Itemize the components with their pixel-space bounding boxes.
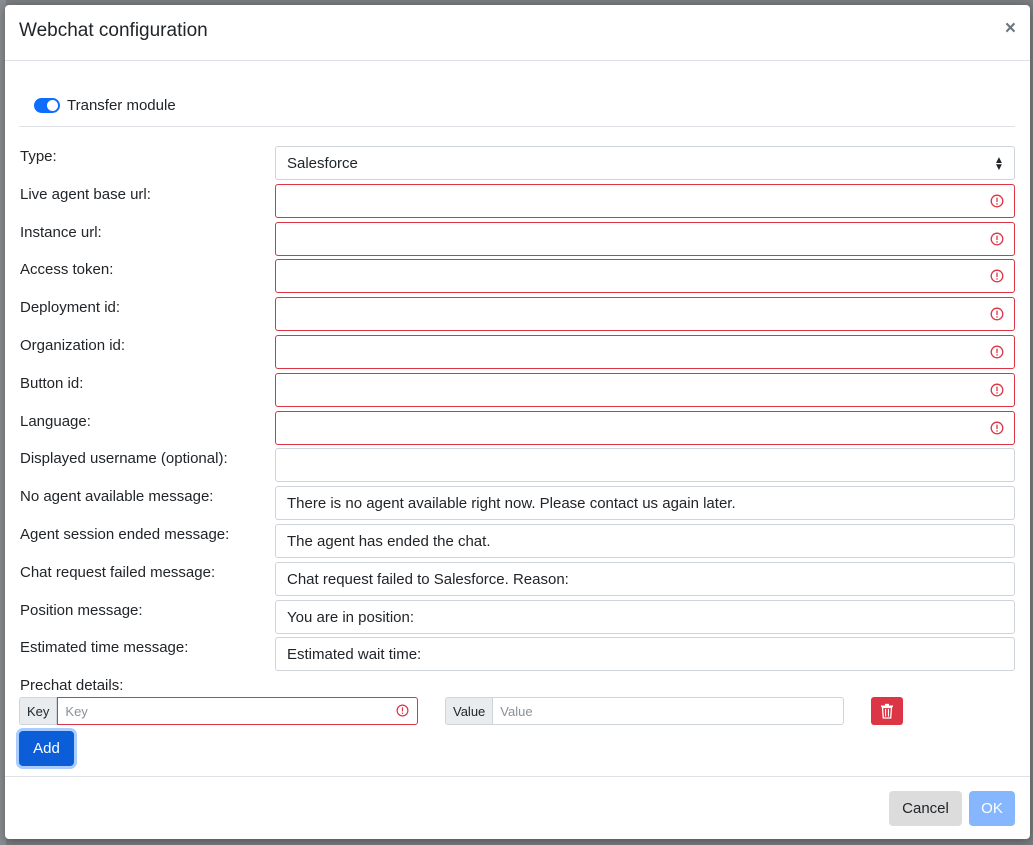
organization-id-input[interactable] [275, 335, 1015, 369]
position-message-input[interactable]: You are in position: [275, 600, 1015, 634]
prechat-key-group: Key Key [19, 697, 418, 725]
modal-header: Webchat configuration × [5, 5, 1030, 61]
prechat-value-group: Value Value [445, 697, 844, 725]
modal-title: Webchat configuration [19, 20, 208, 41]
button-id-input[interactable] [275, 373, 1015, 407]
live-agent-base-url-label: Live agent base url: [20, 186, 151, 203]
error-icon [990, 269, 1004, 283]
type-select[interactable]: Salesforce ▲ ▼ [275, 146, 1015, 180]
live-agent-base-url-input[interactable] [275, 184, 1015, 218]
estimated-time-message-label: Estimated time message: [20, 639, 189, 656]
add-prechat-button[interactable]: Add [19, 731, 74, 766]
section-divider [19, 126, 1015, 127]
access-token-label: Access token: [20, 261, 114, 278]
cancel-button[interactable]: Cancel [889, 791, 962, 826]
prechat-details-label: Prechat details: [20, 677, 124, 694]
displayed-username-label: Displayed username (optional): [20, 450, 228, 467]
error-icon [990, 232, 1004, 246]
transfer-module-toggle-row: Transfer module [34, 93, 176, 117]
position-message-label: Position message: [20, 602, 143, 619]
position-message-value: You are in position: [287, 608, 415, 626]
no-agent-message-label: No agent available message: [20, 488, 214, 505]
instance-url-input[interactable] [275, 222, 1015, 256]
modal-footer: Cancel OK [5, 776, 1030, 839]
switch-knob [47, 99, 58, 111]
transfer-module-switch[interactable] [34, 97, 60, 113]
type-label: Type: [20, 148, 57, 165]
chat-failed-message-value: Chat request failed to Salesforce. Reaso… [287, 570, 569, 588]
close-button[interactable]: × [1005, 19, 1016, 38]
webchat-config-modal: Webchat configuration × Transfer module … [5, 5, 1030, 839]
prechat-key-placeholder: Key [65, 703, 88, 719]
prechat-value-placeholder: Value [500, 703, 533, 719]
no-agent-message-value: There is no agent available right now. P… [287, 494, 736, 512]
type-select-value: Salesforce [287, 154, 358, 172]
button-id-label: Button id: [20, 375, 84, 392]
prechat-key-input[interactable]: Key [57, 697, 418, 725]
error-icon [990, 421, 1004, 435]
chat-failed-message-label: Chat request failed message: [20, 564, 216, 581]
modal-body: Transfer module Type: Salesforce ▲ ▼ Live… [5, 61, 1030, 776]
transfer-module-label[interactable]: Transfer module [67, 97, 176, 114]
organization-id-label: Organization id: [20, 337, 126, 354]
delete-prechat-button[interactable] [871, 697, 903, 725]
error-icon [990, 383, 1004, 397]
prechat-value-input[interactable]: Value [493, 697, 844, 725]
session-ended-message-input[interactable]: The agent has ended the chat. [275, 524, 1015, 558]
value-addon: Value [445, 697, 494, 725]
key-addon: Key [19, 697, 58, 725]
no-agent-message-input[interactable]: There is no agent available right now. P… [275, 486, 1015, 520]
estimated-time-message-input[interactable]: Estimated wait time: [275, 637, 1015, 671]
access-token-input[interactable] [275, 259, 1015, 293]
select-arrows-icon: ▲ ▼ [994, 155, 1004, 173]
deployment-id-input[interactable] [275, 297, 1015, 331]
deployment-id-label: Deployment id: [20, 299, 121, 316]
error-icon [990, 194, 1004, 208]
displayed-username-input[interactable] [275, 448, 1015, 482]
session-ended-message-label: Agent session ended message: [20, 526, 230, 543]
error-icon [990, 345, 1004, 359]
ok-button[interactable]: OK [969, 791, 1015, 826]
estimated-time-message-value: Estimated wait time: [287, 645, 422, 663]
language-input[interactable] [275, 411, 1015, 445]
error-icon [396, 704, 409, 717]
instance-url-label: Instance url: [20, 224, 102, 241]
trash-icon [881, 703, 893, 719]
error-icon [990, 307, 1004, 321]
session-ended-message-value: The agent has ended the chat. [287, 532, 491, 550]
language-label: Language: [20, 413, 91, 430]
chat-failed-message-input[interactable]: Chat request failed to Salesforce. Reaso… [275, 562, 1015, 596]
